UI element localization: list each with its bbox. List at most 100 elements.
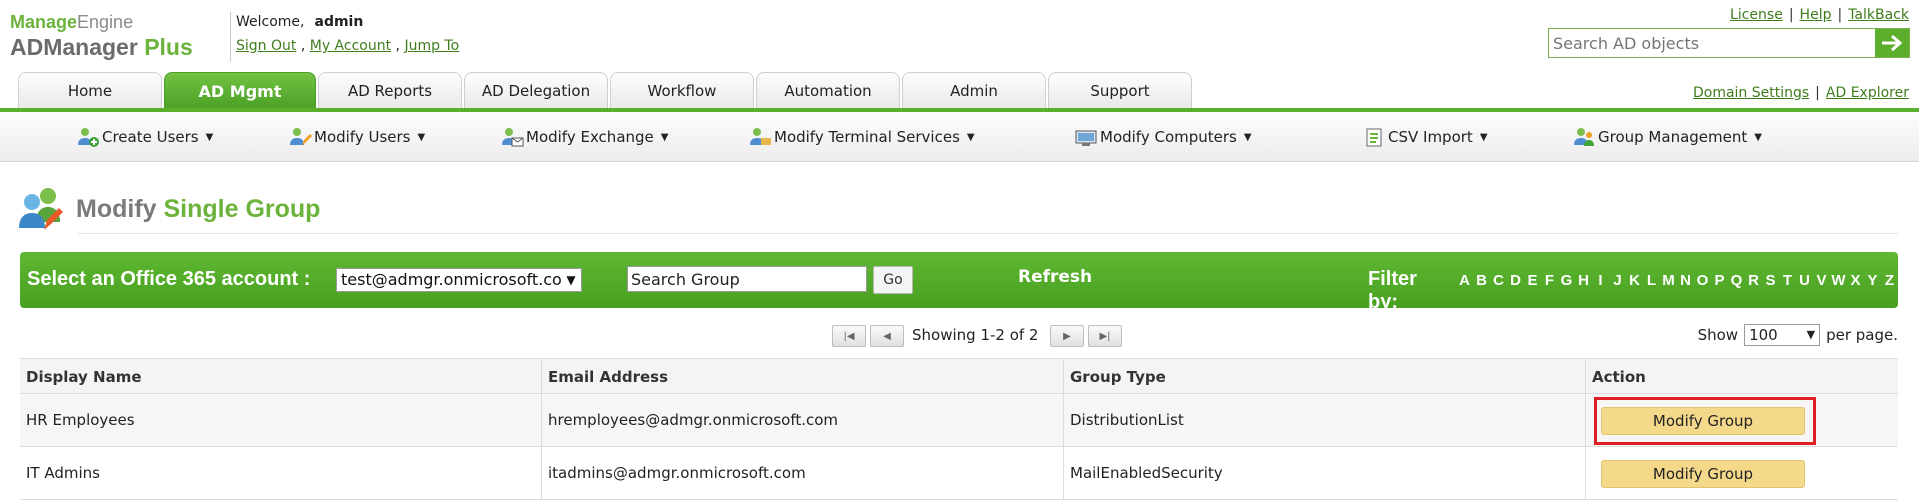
- page-title: Modify Single Group: [16, 184, 320, 234]
- group-icon: [1574, 128, 1594, 146]
- my-account-link[interactable]: My Account: [310, 38, 391, 54]
- chevron-down-icon: ▼: [561, 269, 581, 291]
- account-select[interactable]: test@admgr.onmicrosoft.com ▼: [336, 268, 582, 292]
- filter-letter-z[interactable]: Z: [1881, 272, 1898, 289]
- col-display-name[interactable]: Display Name: [20, 359, 542, 395]
- filter-letter-g[interactable]: G: [1558, 272, 1575, 289]
- chevron-down-icon: ▼: [966, 131, 975, 143]
- filter-letter-k[interactable]: K: [1626, 272, 1643, 289]
- chevron-down-icon: ▼: [1806, 328, 1816, 341]
- filter-letter-w[interactable]: W: [1830, 272, 1847, 289]
- ad-search-input[interactable]: [1549, 29, 1875, 57]
- cell-group-type: MailEnabledSecurity: [1064, 447, 1586, 499]
- filter-letter-t[interactable]: T: [1779, 272, 1796, 289]
- filter-letter-m[interactable]: M: [1660, 272, 1677, 289]
- title-divider: [78, 233, 1898, 234]
- filter-letter-q[interactable]: Q: [1728, 272, 1745, 289]
- filter-letters: ABCDEFGHIJKLMNOPQRSTUVWXYZ: [1456, 272, 1898, 289]
- tab-automation[interactable]: Automation: [756, 72, 900, 108]
- filter-letter-d[interactable]: D: [1507, 272, 1524, 289]
- cell-display-name: HR Employees: [20, 394, 542, 446]
- filter-letter-s[interactable]: S: [1762, 272, 1779, 289]
- talkback-link[interactable]: TalkBack: [1848, 7, 1909, 23]
- page-title-text: Modify Single Group: [76, 194, 321, 223]
- filter-by: Filter by: ABCDEFGHIJKLMNOPQRSTUVWXYZ: [1368, 268, 1898, 314]
- prev-page-icon: ◀: [883, 330, 891, 342]
- filter-letter-b[interactable]: B: [1473, 272, 1490, 289]
- search-group-input[interactable]: [627, 266, 867, 292]
- submenu-create-users[interactable]: Create Users ▼: [76, 126, 213, 148]
- users-edit-icon: [290, 128, 312, 146]
- chevron-down-icon: ▼: [205, 131, 214, 143]
- tab-ad-mgmt[interactable]: AD Mgmt: [164, 72, 316, 118]
- account-label: Select an Office 365 account :: [27, 268, 311, 290]
- table-header: Display Name Email Address Group Type Ac…: [20, 358, 1898, 395]
- chevron-down-icon: ▼: [417, 131, 426, 143]
- tab-ad-reports[interactable]: AD Reports: [318, 72, 462, 108]
- toolbar: Select an Office 365 account : test@admg…: [20, 252, 1898, 313]
- ad-explorer-link[interactable]: AD Explorer: [1826, 85, 1909, 101]
- logo[interactable]: ManageEngine ADManager Plus: [10, 12, 220, 64]
- filter-letter-r[interactable]: R: [1745, 272, 1762, 289]
- modify-group-icon: [19, 188, 63, 230]
- submenu-modify-terminal-services[interactable]: Modify Terminal Services ▼: [748, 126, 975, 148]
- tab-home[interactable]: Home: [18, 72, 162, 108]
- filter-letter-v[interactable]: V: [1813, 272, 1830, 289]
- tab-ad-delegation[interactable]: AD Delegation: [464, 72, 608, 108]
- filter-letter-p[interactable]: P: [1711, 272, 1728, 289]
- logo-admanager: ADManager Plus: [10, 34, 193, 60]
- ad-search-box: [1548, 28, 1910, 58]
- submenu-modify-exchange[interactable]: Modify Exchange ▼: [500, 126, 668, 148]
- last-page-icon: ▶|: [1099, 330, 1111, 342]
- last-page-button[interactable]: ▶|: [1088, 325, 1122, 347]
- submenu-modify-users[interactable]: Modify Users ▼: [288, 126, 425, 148]
- submenu-group-management[interactable]: Group Management ▼: [1572, 126, 1762, 148]
- filter-letter-f[interactable]: F: [1541, 272, 1558, 289]
- tab-workflow[interactable]: Workflow: [610, 72, 754, 108]
- filter-letter-u[interactable]: U: [1796, 272, 1813, 289]
- header-divider: [230, 12, 231, 62]
- per-page-select[interactable]: 100 ▼: [1744, 324, 1821, 346]
- highlight-box: [1594, 397, 1816, 445]
- logo-manageengine: ManageEngine: [10, 12, 134, 32]
- cell-email: itadmins@admgr.onmicrosoft.com: [542, 447, 1064, 499]
- col-action: Action: [1592, 368, 1646, 386]
- col-group-type[interactable]: Group Type: [1064, 359, 1586, 395]
- help-link[interactable]: Help: [1800, 7, 1832, 23]
- username: admin: [314, 14, 364, 30]
- filter-letter-e[interactable]: E: [1524, 272, 1541, 289]
- filter-letter-i[interactable]: I: [1592, 272, 1609, 289]
- filter-letter-y[interactable]: Y: [1864, 272, 1881, 289]
- showing-text: Showing 1-2 of 2: [912, 326, 1039, 344]
- chevron-down-icon: ▼: [1754, 131, 1762, 143]
- prev-page-button[interactable]: ◀: [870, 325, 904, 347]
- filter-letter-x[interactable]: X: [1847, 272, 1864, 289]
- col-email-address[interactable]: Email Address: [542, 359, 1064, 395]
- domain-links: Domain Settings | AD Explorer: [1692, 85, 1909, 101]
- modify-group-button[interactable]: Modify Group: [1601, 460, 1805, 488]
- filter-letter-a[interactable]: A: [1456, 272, 1473, 289]
- submenu-csv-import[interactable]: CSV Import ▼: [1362, 126, 1488, 148]
- welcome-text: Welcome, admin: [236, 14, 363, 30]
- license-link[interactable]: License: [1730, 7, 1783, 23]
- filter-letter-l[interactable]: L: [1643, 272, 1660, 289]
- filter-letter-c[interactable]: C: [1490, 272, 1507, 289]
- sign-out-link[interactable]: Sign Out: [236, 38, 296, 54]
- filter-letter-o[interactable]: O: [1694, 272, 1711, 289]
- submenu-modify-computers[interactable]: Modify Computers ▼: [1074, 126, 1252, 148]
- account-links: Sign Out , My Account , Jump To: [236, 38, 460, 54]
- first-page-button[interactable]: |◀: [832, 325, 866, 347]
- filter-letter-h[interactable]: H: [1575, 272, 1592, 289]
- refresh-button[interactable]: Refresh: [1018, 267, 1092, 287]
- next-page-button[interactable]: ▶: [1050, 325, 1084, 347]
- terminal-services-icon: [750, 128, 771, 145]
- filter-letter-j[interactable]: J: [1609, 272, 1626, 289]
- tab-admin[interactable]: Admin: [902, 72, 1046, 108]
- domain-settings-link[interactable]: Domain Settings: [1693, 85, 1809, 101]
- go-button[interactable]: Go: [873, 266, 913, 294]
- filter-letter-n[interactable]: N: [1677, 272, 1694, 289]
- tab-support[interactable]: Support: [1048, 72, 1192, 108]
- search-go-button[interactable]: [1875, 29, 1909, 57]
- jump-to-link[interactable]: Jump To: [404, 38, 459, 54]
- users-add-icon: [78, 128, 99, 147]
